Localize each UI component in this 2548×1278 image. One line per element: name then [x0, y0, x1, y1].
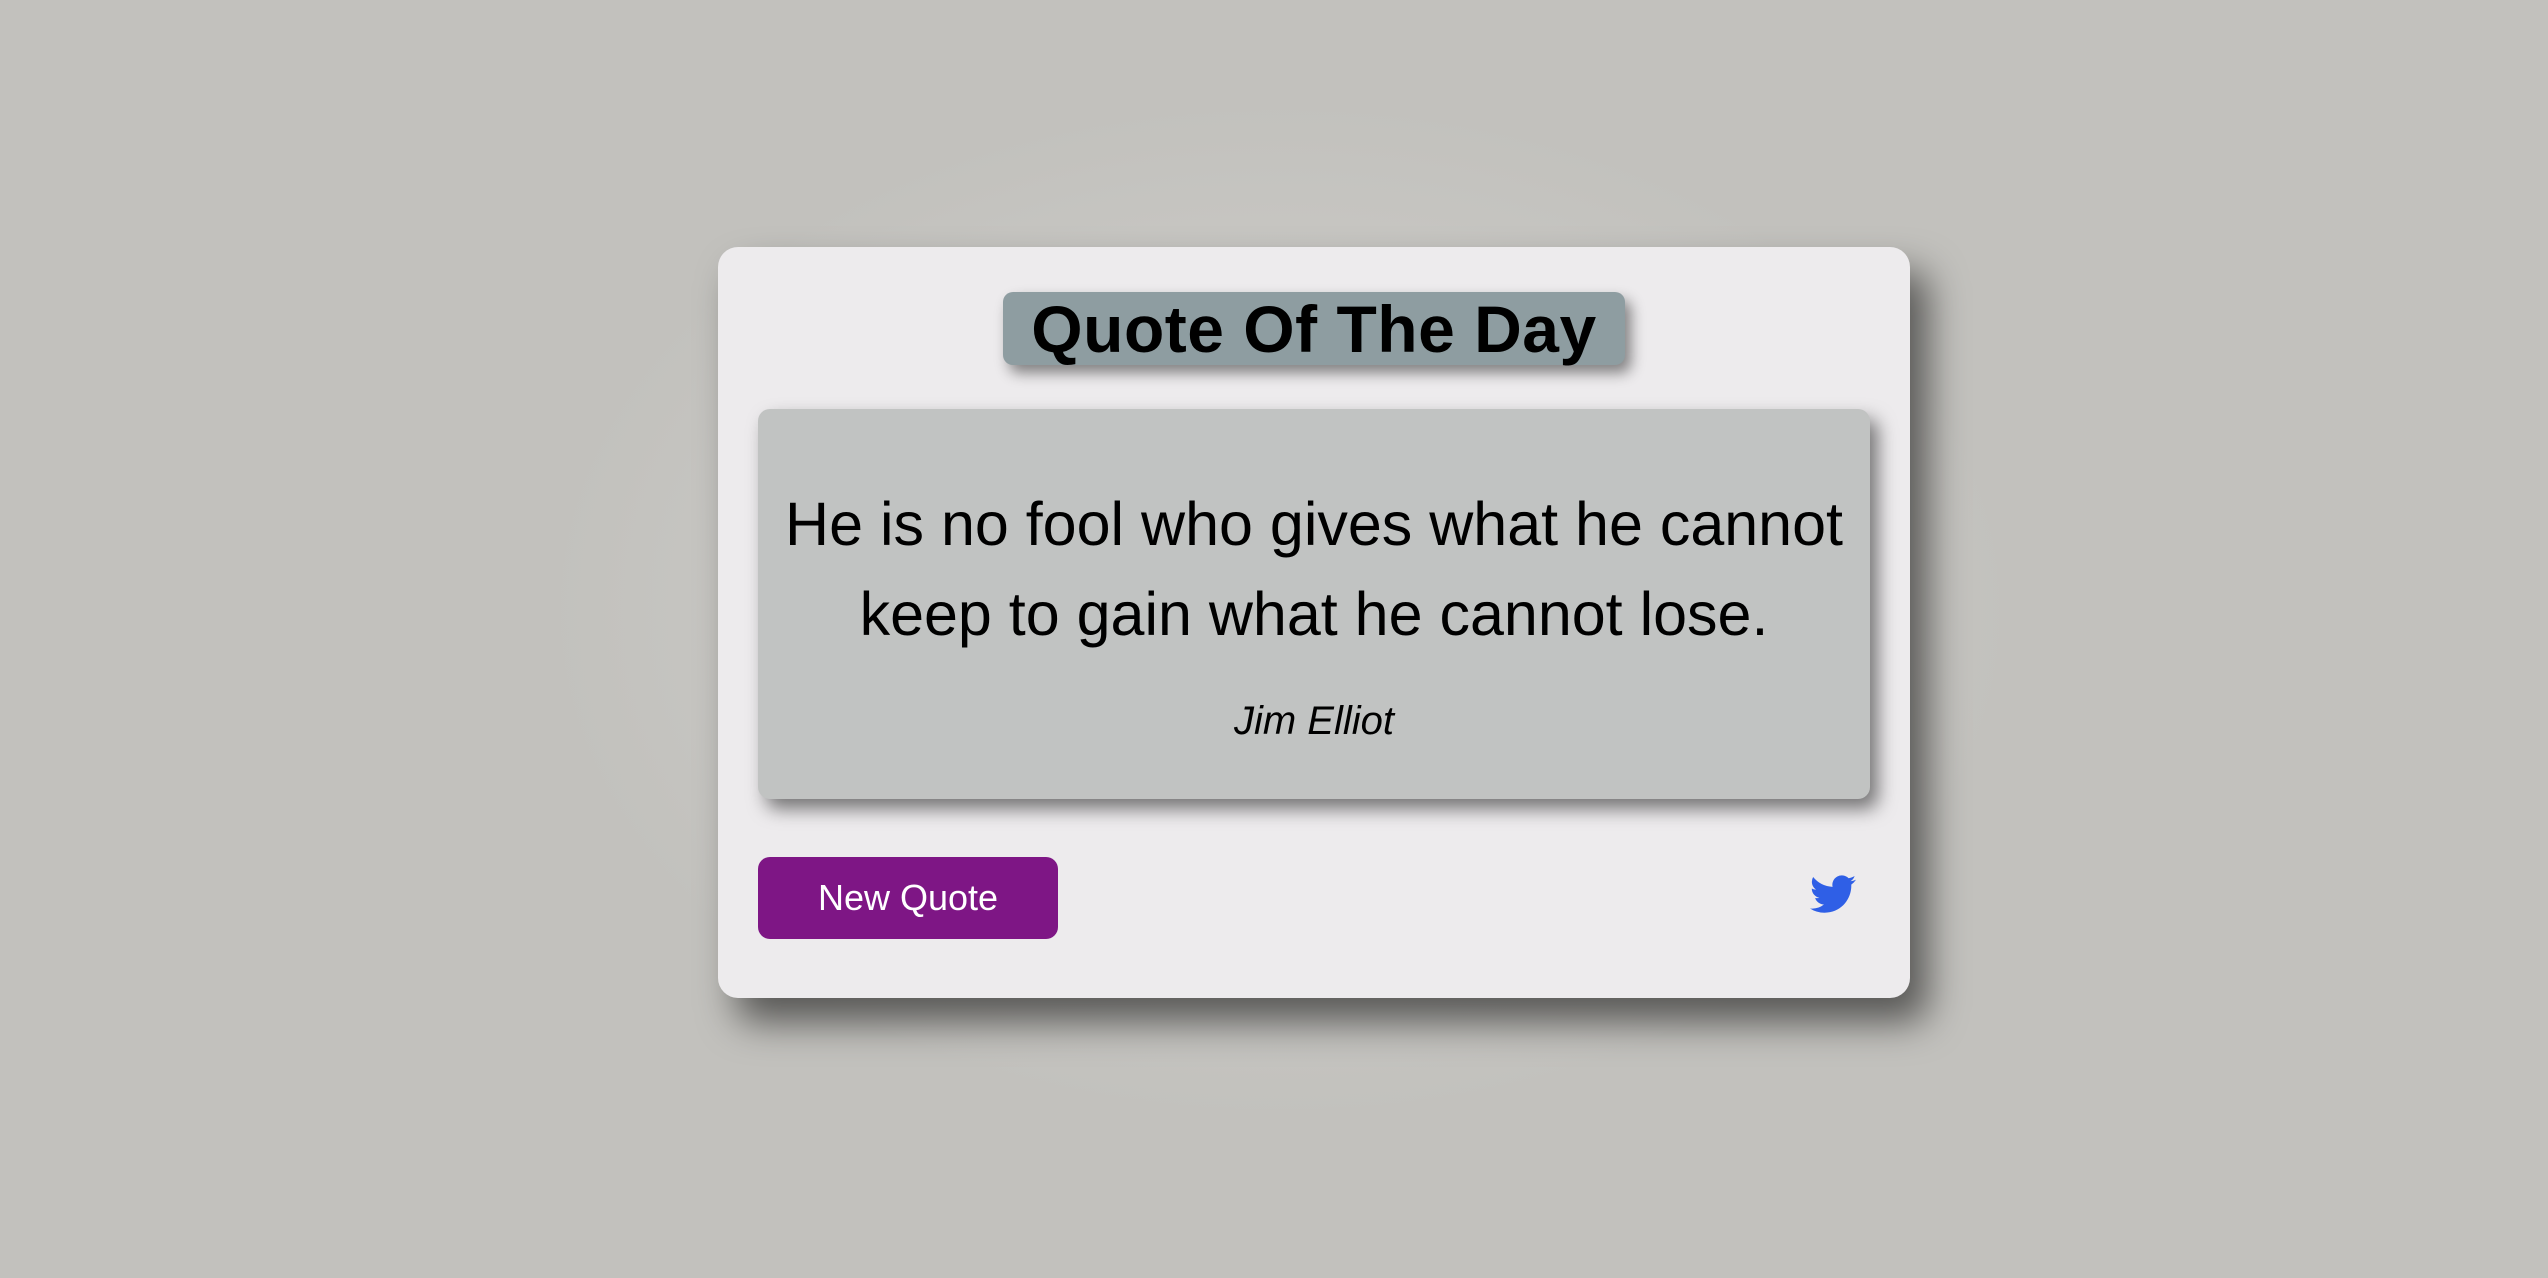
page-title: Quote Of The Day — [1031, 291, 1597, 366]
quote-card: Quote Of The Day He is no fool who gives… — [718, 247, 1910, 998]
quote-author: Jim Elliot — [1233, 699, 1395, 743]
quote-text: He is no fool who gives what he cannot k… — [785, 490, 1843, 648]
title-banner: Quote Of The Day — [1003, 291, 1625, 366]
twitter-icon — [1810, 875, 1856, 913]
new-quote-button[interactable]: New Quote — [758, 857, 1058, 939]
tweet-button[interactable] — [1808, 871, 1858, 917]
quote-panel: He is no fool who gives what he cannot k… — [758, 409, 1870, 799]
